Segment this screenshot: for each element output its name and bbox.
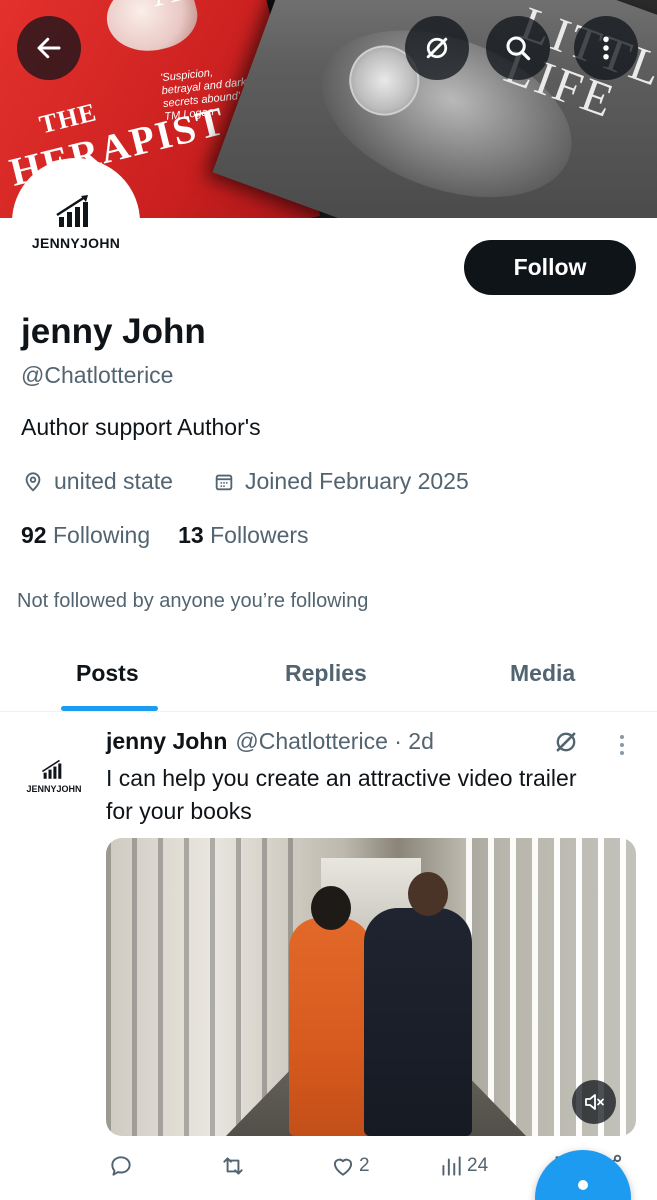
officer-figure [364,908,472,1136]
profile-avatar[interactable]: JENNYJOHN [12,158,140,286]
active-tab-indicator [61,706,158,711]
prisoner-figure [289,918,371,1136]
profile-handle: @Chatlotterice [21,362,174,388]
tweet-header: jenny John @Chatlotterice · 2d [106,728,434,755]
search-icon [506,36,531,61]
joined-text: Joined February 2025 [245,468,469,494]
profile-tabs: Posts Replies Media [0,642,657,712]
more-vertical-icon [603,36,609,60]
profile-stats: 92 Following 13 Followers [21,522,309,549]
following-count: 92 [21,522,47,548]
bar-chart-logo-icon [56,195,88,227]
compose-plus-icon [578,1180,588,1190]
tab-posts[interactable]: Posts [76,660,139,687]
tab-media[interactable]: Media [510,660,575,687]
tweet-avatar-brand-text: JENNYJOHN [26,784,82,794]
follow-button[interactable]: Follow [464,240,636,295]
back-arrow-icon [37,37,61,59]
tweet-handle-time: @Chatlotterice · 2d [235,728,434,754]
followers-label: Followers [210,522,309,548]
views-chart-icon [442,1156,461,1176]
more-button[interactable] [574,16,638,80]
tweet-video[interactable] [106,838,636,1136]
prisoner-head [311,886,351,930]
profile-bio: Author support Author's [21,414,261,440]
calendar-icon [215,474,233,490]
following-link[interactable]: 92 Following [21,522,150,549]
following-label: Following [52,522,151,548]
not-followed-notice: Not followed by anyone you’re following [17,590,369,612]
followers-link[interactable]: 13 Followers [178,522,308,549]
rose-image [99,0,204,61]
tweet-author-name[interactable]: jenny John [106,728,227,755]
search-button[interactable] [486,16,550,80]
reply-icon [111,1156,131,1176]
reply-button[interactable] [108,1153,137,1179]
heart-icon [333,1158,353,1176]
profile-joined: Joined February 2025 [213,468,469,495]
officer-head [408,872,448,916]
bar-chart-logo-icon [41,759,62,779]
tab-replies[interactable]: Replies [285,660,367,687]
grok-icon[interactable] [552,728,580,756]
video-mute-button[interactable] [572,1080,616,1124]
tweet-more-icon[interactable] [612,732,632,758]
location-text: united state [54,468,173,494]
avatar-brand-text: JENNYJOHN [31,235,121,251]
mute-icon [585,1094,604,1110]
like-button[interactable]: 2 [330,1153,370,1179]
tweet-text: I can help you create an attractive vide… [106,765,577,824]
views-button[interactable]: 24 [438,1153,488,1179]
followers-count: 13 [178,522,204,548]
like-count: 2 [359,1155,370,1176]
views-count: 24 [467,1155,489,1176]
tweet-avatar[interactable]: JENNYJOHN [22,744,86,808]
profile-name: jenny John [21,312,206,351]
retweet-icon [223,1157,243,1175]
back-button[interactable] [17,16,81,80]
grok-button[interactable] [405,16,469,80]
retweet-button[interactable] [220,1153,249,1179]
grok-icon [426,37,448,59]
location-pin-icon [25,471,41,491]
profile-location: united state [22,468,173,495]
